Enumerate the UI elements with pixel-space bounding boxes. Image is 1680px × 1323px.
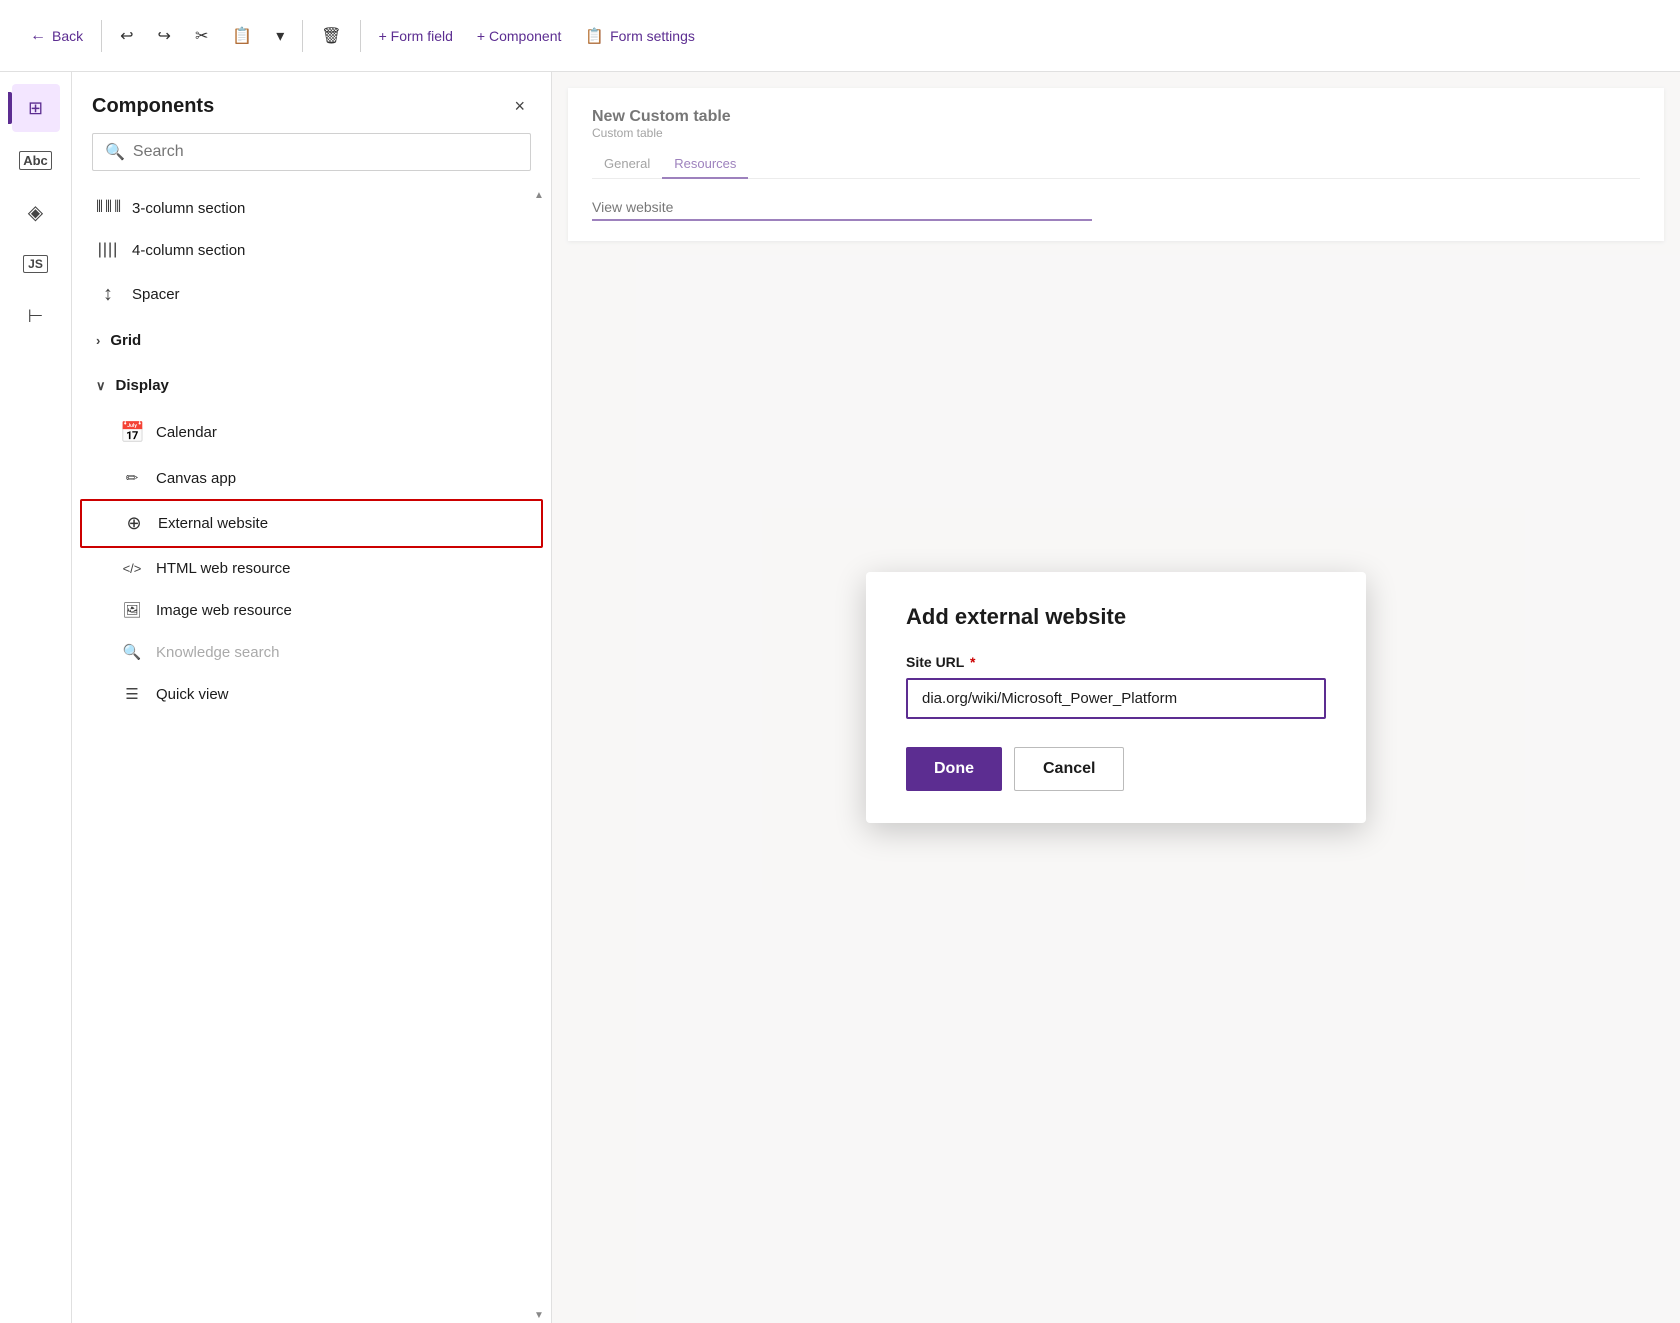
back-button[interactable]: ← Back — [20, 21, 93, 51]
chevron-down-icon: ∨ — [96, 378, 106, 394]
toolbar-divider-3 — [360, 20, 361, 52]
sidebar-item-grid[interactable]: ⊞ — [12, 84, 60, 132]
toolbar-divider-2 — [302, 20, 303, 52]
delete-button[interactable]: 🗑 — [311, 20, 351, 52]
add-external-website-dialog: Add external website Site URL * Done Can… — [866, 572, 1366, 823]
grid-icon: ⊞ — [28, 98, 43, 119]
toolbar: ← Back ↩ ↪ ✂ 📋 ▾ 🗑 + Form field + Compon… — [0, 0, 1680, 72]
knowledge-search-label: Knowledge search — [156, 644, 279, 661]
list-item-quick-view[interactable]: ☰ Quick view — [72, 673, 551, 715]
back-label: Back — [52, 28, 83, 44]
search-input[interactable] — [133, 143, 518, 161]
required-indicator: * — [970, 654, 975, 670]
form-settings-button[interactable]: 📋 Form settings — [575, 21, 705, 51]
grid-section-header[interactable]: › Grid — [72, 318, 551, 363]
layers-icon: ◈ — [28, 200, 43, 225]
form-area: New Custom table Custom table General Re… — [552, 72, 1680, 1323]
site-url-label: Site URL * — [906, 654, 1326, 670]
sidebar-item-connector[interactable]: ⊢ — [12, 292, 60, 340]
external-website-icon: ⊕ — [122, 513, 146, 534]
list-item-four-col[interactable]: |||| 4-column section — [72, 229, 551, 271]
form-field-button[interactable]: + Form field — [369, 22, 463, 50]
canvas-app-icon: ✏ — [120, 469, 144, 487]
cut-button[interactable]: ✂ — [185, 20, 218, 52]
components-list: ⦀⦀⦀ 3-column section |||| 4-column secti… — [72, 187, 551, 1323]
icon-sidebar: ⊞ Abc ◈ JS ⊢ — [0, 72, 72, 1323]
site-url-input[interactable] — [906, 678, 1326, 719]
four-col-label: 4-column section — [132, 242, 245, 259]
components-panel: Components × 🔍 ⦀⦀⦀ 3-column section ||||… — [72, 72, 552, 1323]
image-web-icon: 🖼 — [120, 601, 144, 619]
redo-icon: ↪ — [158, 26, 171, 46]
quick-view-icon: ☰ — [120, 685, 144, 703]
list-item-calendar[interactable]: 📅 Calendar — [72, 408, 551, 457]
list-item-html-web[interactable]: </> HTML web resource — [72, 548, 551, 589]
knowledge-search-icon: 🔍 — [120, 643, 144, 661]
back-arrow-icon: ← — [30, 27, 46, 45]
toolbar-divider-1 — [101, 20, 102, 52]
close-button[interactable]: × — [508, 92, 531, 121]
list-item-knowledge-search: 🔍 Knowledge search — [72, 631, 551, 673]
search-box[interactable]: 🔍 — [92, 133, 531, 171]
paste-icon: 📋 — [232, 26, 252, 46]
form-field-label: + Form field — [379, 28, 453, 44]
paste-button[interactable]: 📋 — [222, 20, 262, 52]
components-title: Components — [92, 95, 214, 118]
dropdown-button[interactable]: ▾ — [266, 20, 294, 52]
undo-icon: ↩ — [120, 26, 133, 46]
list-item-three-col[interactable]: ⦀⦀⦀ 3-column section — [72, 187, 551, 229]
display-label: Display — [116, 377, 169, 394]
external-website-label: External website — [158, 515, 268, 532]
list-item-canvas-app[interactable]: ✏ Canvas app — [72, 457, 551, 499]
sidebar-item-text[interactable]: Abc — [12, 136, 60, 184]
cancel-button[interactable]: Cancel — [1014, 747, 1124, 791]
chevron-right-icon: › — [96, 333, 100, 348]
undo-button[interactable]: ↩ — [110, 20, 143, 52]
dialog-actions: Done Cancel — [906, 747, 1326, 791]
sidebar-item-layers[interactable]: ◈ — [12, 188, 60, 236]
form-settings-icon: 📋 — [585, 27, 604, 45]
text-icon: Abc — [19, 151, 52, 170]
form-settings-label: Form settings — [610, 28, 695, 44]
search-icon: 🔍 — [105, 142, 125, 162]
spacer-icon: ↕ — [96, 283, 120, 306]
dialog-overlay: Add external website Site URL * Done Can… — [552, 72, 1680, 1323]
three-col-icon: ⦀⦀⦀ — [96, 199, 120, 217]
display-section-header[interactable]: ∨ Display — [72, 363, 551, 408]
cut-icon: ✂ — [195, 26, 208, 46]
sidebar-item-js[interactable]: JS — [12, 240, 60, 288]
connector-icon: ⊢ — [28, 306, 44, 327]
grid-label: Grid — [110, 332, 141, 349]
four-col-icon: |||| — [96, 241, 120, 259]
list-item-external-website[interactable]: ⊕ External website — [80, 499, 543, 548]
calendar-icon: 📅 — [120, 420, 144, 445]
canvas-app-label: Canvas app — [156, 470, 236, 487]
list-item-image-web[interactable]: 🖼 Image web resource — [72, 589, 551, 631]
list-item-spacer[interactable]: ↕ Spacer — [72, 271, 551, 318]
js-icon: JS — [23, 255, 48, 273]
redo-button[interactable]: ↪ — [148, 20, 181, 52]
chevron-down-icon: ▾ — [276, 26, 284, 46]
dialog-title: Add external website — [906, 604, 1326, 630]
html-web-icon: </> — [120, 561, 144, 576]
scroll-up-arrow[interactable]: ▲ — [529, 187, 549, 203]
spacer-label: Spacer — [132, 286, 180, 303]
components-header: Components × — [72, 72, 551, 133]
calendar-label: Calendar — [156, 424, 217, 441]
quick-view-label: Quick view — [156, 686, 229, 703]
done-button[interactable]: Done — [906, 747, 1002, 791]
image-web-label: Image web resource — [156, 602, 292, 619]
delete-icon: 🗑 — [321, 26, 341, 46]
main-layout: ⊞ Abc ◈ JS ⊢ Components × 🔍 ⦀⦀⦀ 3-colu — [0, 72, 1680, 1323]
html-web-label: HTML web resource — [156, 560, 291, 577]
component-label: + Component — [477, 28, 561, 44]
scroll-down-arrow[interactable]: ▼ — [529, 1307, 549, 1323]
three-col-label: 3-column section — [132, 200, 245, 217]
component-button[interactable]: + Component — [467, 22, 571, 50]
